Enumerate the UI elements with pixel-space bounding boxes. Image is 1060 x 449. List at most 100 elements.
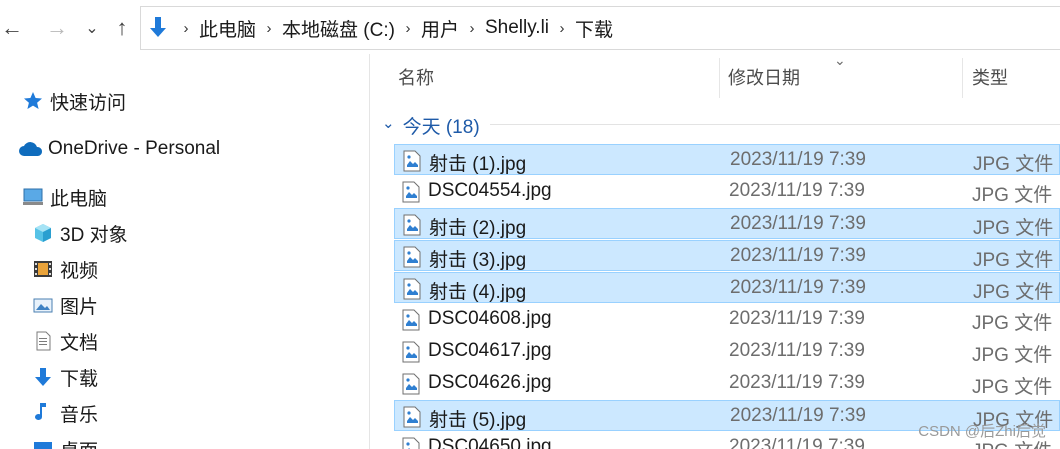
image-file-icon xyxy=(403,406,421,428)
sidebar-item-desktop[interactable]: 桌面 xyxy=(30,434,98,449)
address-bar[interactable]: › 此电脑 › 本地磁盘 (C:) › 用户 › Shelly.li › 下载 xyxy=(140,6,1060,50)
file-modified-date: 2023/11/19 7:39 xyxy=(730,149,866,170)
file-name: DSC04554.jpg xyxy=(428,180,552,201)
navigation-bar: ← → ⌄ ↑ › 此电脑 › 本地磁盘 (C:) › 用户 › Shelly.… xyxy=(0,0,1060,54)
file-type: JPG 文件 xyxy=(972,345,1053,366)
sidebar-item-label: 音乐 xyxy=(60,404,99,426)
breadcrumb-users[interactable]: 用户 xyxy=(419,15,461,42)
file-row[interactable]: DSC04608.jpg 2023/11/19 7:39 JPG 文件 xyxy=(394,304,1060,335)
file-type: JPG 文件 xyxy=(973,282,1054,303)
image-file-icon xyxy=(402,181,420,203)
column-header-name[interactable]: 名称 xyxy=(398,54,718,100)
chevron-down-icon: ⌄ xyxy=(382,114,395,132)
star-icon xyxy=(20,88,46,114)
breadcrumb-separator[interactable]: › xyxy=(461,20,483,37)
column-header-label: 类型 xyxy=(972,68,1008,88)
image-file-icon xyxy=(402,309,420,331)
column-resize-handle[interactable] xyxy=(719,58,720,98)
file-list-pane: 名称 ⌄ 修改日期 类型 ⌄ 今天 (18) 射击 (1).jpg 2023/11… xyxy=(370,54,1060,449)
sidebar-item-3d-objects[interactable]: 3D 对象 xyxy=(30,218,128,248)
column-header-label: 名称 xyxy=(398,68,434,88)
sidebar-item-music[interactable]: 音乐 xyxy=(30,398,98,428)
file-name: 射击 (1).jpg xyxy=(429,154,527,175)
file-modified-date: 2023/11/19 7:39 xyxy=(729,180,865,201)
image-file-icon xyxy=(403,278,421,300)
file-row[interactable]: 射击 (1).jpg 2023/11/19 7:39 JPG 文件 xyxy=(394,144,1060,175)
file-type: JPG 文件 xyxy=(972,377,1053,398)
column-header-type[interactable]: 类型 xyxy=(972,54,1060,100)
sidebar-item-documents[interactable]: 文档 xyxy=(30,326,98,356)
file-name: DSC04650.jpg xyxy=(428,436,552,449)
file-modified-date: 2023/11/19 7:39 xyxy=(730,405,866,426)
cube-icon xyxy=(30,220,56,246)
sidebar-item-label: 桌面 xyxy=(60,436,98,449)
breadcrumb-separator[interactable]: › xyxy=(258,20,280,37)
sidebar-item-videos[interactable]: 视频 xyxy=(30,254,98,284)
file-name: 射击 (4).jpg xyxy=(429,282,527,303)
file-modified-date: 2023/11/19 7:39 xyxy=(730,213,866,234)
file-row[interactable]: DSC04617.jpg 2023/11/19 7:39 JPG 文件 xyxy=(394,336,1060,367)
group-header-today[interactable]: ⌄ 今天 (18) xyxy=(382,112,1060,139)
sidebar-item-onedrive[interactable]: OneDrive - Personal xyxy=(18,134,220,164)
file-modified-date: 2023/11/19 7:39 xyxy=(730,277,866,298)
file-modified-date: 2023/11/19 7:39 xyxy=(729,308,865,329)
column-resize-handle[interactable] xyxy=(962,58,963,98)
image-file-icon xyxy=(403,214,421,236)
recent-locations-button[interactable]: ⌄ xyxy=(80,14,104,42)
sidebar-item-quick-access[interactable]: 快速访问 xyxy=(20,86,126,116)
file-name: 射击 (5).jpg xyxy=(429,410,527,431)
sidebar-item-label: OneDrive - Personal xyxy=(48,138,221,159)
sidebar-item-label: 快速访问 xyxy=(50,92,127,114)
file-name: 射击 (3).jpg xyxy=(429,250,527,271)
document-icon xyxy=(30,328,56,354)
file-modified-date: 2023/11/19 7:39 xyxy=(729,372,865,393)
breadcrumb-this-pc[interactable]: 此电脑 xyxy=(197,15,258,42)
cloud-icon xyxy=(18,136,44,162)
file-name: DSC04626.jpg xyxy=(428,372,552,393)
sidebar-item-pictures[interactable]: 图片 xyxy=(30,290,98,320)
file-modified-date: 2023/11/19 7:39 xyxy=(729,436,865,449)
breadcrumb-separator[interactable]: › xyxy=(397,20,419,37)
back-button[interactable]: ← xyxy=(0,14,24,42)
image-file-icon xyxy=(403,150,421,172)
breadcrumb-separator[interactable]: › xyxy=(551,20,573,37)
sidebar-item-this-pc[interactable]: 此电脑 xyxy=(20,182,107,212)
group-label: 今天 (18) xyxy=(402,117,480,138)
up-button[interactable]: ↑ xyxy=(110,14,134,42)
breadcrumb-local-disk[interactable]: 本地磁盘 (C:) xyxy=(280,15,397,42)
picture-icon xyxy=(30,292,56,318)
download-folder-icon xyxy=(147,15,169,41)
breadcrumb-separator[interactable]: › xyxy=(175,20,197,37)
file-row[interactable]: 射击 (2).jpg 2023/11/19 7:39 JPG 文件 xyxy=(394,208,1060,239)
sidebar-item-label: 3D 对象 xyxy=(60,224,128,246)
image-file-icon xyxy=(403,246,421,268)
sidebar-item-downloads[interactable]: 下载 xyxy=(30,362,98,392)
file-modified-date: 2023/11/19 7:39 xyxy=(730,245,866,266)
file-type: JPG 文件 xyxy=(973,218,1054,239)
file-row[interactable]: DSC04554.jpg 2023/11/19 7:39 JPG 文件 xyxy=(394,176,1060,207)
file-row[interactable]: 射击 (3).jpg 2023/11/19 7:39 JPG 文件 xyxy=(394,240,1060,271)
file-type: JPG 文件 xyxy=(972,185,1053,206)
column-header-modified[interactable]: 修改日期 xyxy=(728,54,960,100)
sidebar-item-label: 视频 xyxy=(60,260,99,282)
group-divider xyxy=(490,124,1060,125)
image-file-icon xyxy=(402,341,420,363)
breadcrumb-downloads[interactable]: 下载 xyxy=(573,15,615,42)
forward-button[interactable]: → xyxy=(45,14,69,42)
image-file-icon xyxy=(402,373,420,395)
music-note-icon xyxy=(30,400,56,426)
video-icon xyxy=(30,256,56,282)
desktop-icon xyxy=(30,436,56,449)
file-row[interactable]: 射击 (4).jpg 2023/11/19 7:39 JPG 文件 xyxy=(394,272,1060,303)
file-type: JPG 文件 xyxy=(972,313,1053,334)
sidebar-item-label: 文档 xyxy=(60,332,99,354)
file-modified-date: 2023/11/19 7:39 xyxy=(729,340,865,361)
sidebar-item-label: 下载 xyxy=(60,368,99,390)
file-row[interactable]: DSC04626.jpg 2023/11/19 7:39 JPG 文件 xyxy=(394,368,1060,399)
file-name: DSC04608.jpg xyxy=(428,308,552,329)
computer-icon xyxy=(20,184,46,210)
breadcrumb-user[interactable]: Shelly.li xyxy=(483,17,551,39)
file-type: JPG 文件 xyxy=(973,154,1054,175)
column-header-label: 修改日期 xyxy=(728,68,800,88)
sidebar-item-label: 此电脑 xyxy=(50,188,108,210)
